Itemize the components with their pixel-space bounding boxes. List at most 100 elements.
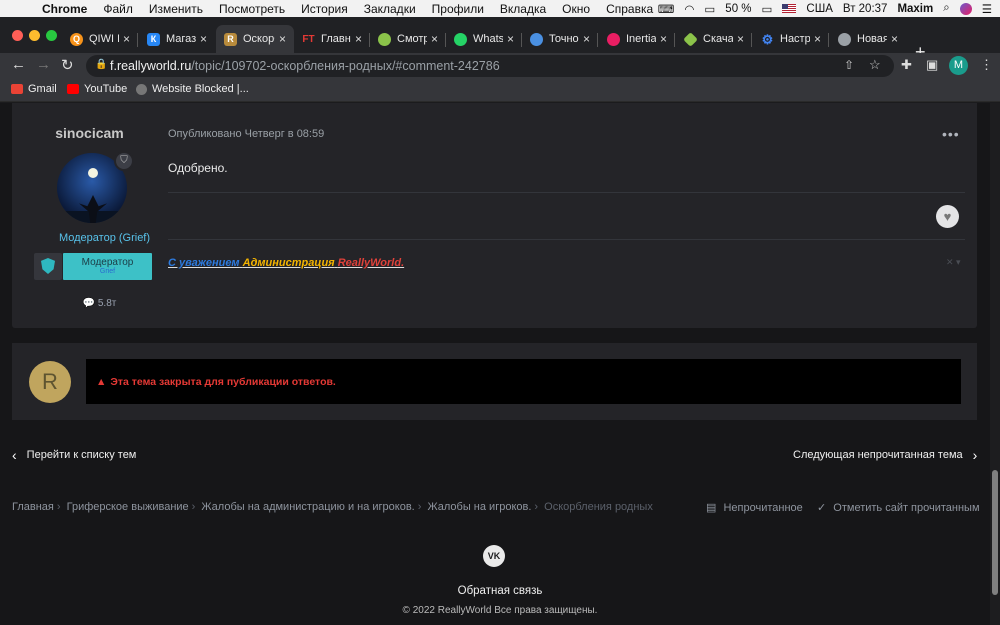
forward-arrow-icon[interactable]: → <box>36 56 51 73</box>
more-options-icon[interactable]: ••• <box>942 126 960 142</box>
signature-part2: Администрация <box>242 257 335 269</box>
vk-icon[interactable]: VK <box>483 545 505 567</box>
battery-icon[interactable]: ▭ <box>762 2 773 16</box>
close-icon[interactable]: × <box>814 32 821 46</box>
tab-qiwi[interactable]: Q QIWI К × <box>62 25 138 53</box>
minimize-window-button[interactable] <box>29 30 40 41</box>
unread-link[interactable]: ▤ Непрочитанное <box>706 501 803 514</box>
mark-read-label: Отметить сайт прочитанным <box>833 502 980 514</box>
breadcrumb-item-home[interactable]: Главная <box>12 501 54 513</box>
tab-inertia[interactable]: Inertia × <box>599 25 675 53</box>
checkmark-icon: ✓ <box>817 502 827 514</box>
keyboard-icon[interactable]: ⌨ <box>658 2 675 16</box>
post-date[interactable]: Опубликовано Четверг в 08:59 <box>168 128 324 140</box>
close-icon[interactable]: × <box>355 32 362 46</box>
close-icon[interactable]: × <box>891 32 898 46</box>
menubar-item-tab[interactable]: Вкладка <box>500 2 546 16</box>
tab-label: Точно <box>549 33 579 45</box>
tab-label: QIWI К <box>89 33 119 45</box>
profile-avatar[interactable]: M <box>949 56 968 75</box>
chrome-menu-icon[interactable]: ⋮ <box>980 57 993 73</box>
menubar-item-file[interactable]: Файл <box>103 2 133 16</box>
mark-read-link[interactable]: ✓ Отметить сайт прочитанным <box>817 501 980 514</box>
page-scrollbar[interactable] <box>990 103 1000 625</box>
close-icon[interactable]: × <box>200 32 207 46</box>
clock-icon <box>530 32 543 46</box>
download-icon <box>683 31 698 47</box>
share-icon[interactable]: ⇧ <box>844 58 854 72</box>
close-icon[interactable]: × <box>123 32 130 46</box>
menubar-item-window[interactable]: Окно <box>562 2 590 16</box>
menubar-item-history[interactable]: История <box>301 2 348 16</box>
menubar-clock[interactable]: Вт 20:37 <box>843 3 888 15</box>
side-panel-icon[interactable]: ▣ <box>926 57 938 73</box>
divider <box>168 192 965 193</box>
menubar-app-name[interactable]: Chrome <box>42 2 87 16</box>
siri-icon[interactable] <box>959 2 972 15</box>
reallyworld-icon: R <box>224 32 237 46</box>
bookmark-star-icon[interactable]: ☆ <box>869 57 881 73</box>
close-icon[interactable]: × <box>279 32 286 46</box>
menubar-user[interactable]: Maxim <box>897 3 933 15</box>
spotlight-icon[interactable]: ⌕ <box>943 2 949 15</box>
next-unread-topic-link[interactable]: Следующая непрочитанная тема › <box>793 447 977 463</box>
bookmark-gmail[interactable]: Gmail <box>11 83 57 95</box>
tab-nastr[interactable]: ⚙ Настр × <box>753 25 829 53</box>
tab-whatsapp[interactable]: WhatsA × <box>446 25 522 53</box>
back-arrow-icon[interactable]: ← <box>11 56 26 73</box>
signature-part1: С уважением <box>168 257 240 269</box>
topic-closed-text: Эта тема закрыта для публикации ответов. <box>110 375 336 388</box>
control-center-icon[interactable]: ☰ <box>982 2 992 16</box>
signature-hide-icon[interactable]: ✕ ▾ <box>946 257 961 268</box>
tab-smotr[interactable]: Смотр × <box>370 25 446 53</box>
chrome-icon <box>838 32 851 46</box>
menubar-item-edit[interactable]: Изменить <box>149 2 203 16</box>
lock-icon[interactable]: 🔒 <box>95 59 107 70</box>
menubar-item-bookmarks[interactable]: Закладки <box>364 2 416 16</box>
heart-reaction-button[interactable]: ♥ <box>936 205 959 228</box>
tab-glavn[interactable]: FT Главн × <box>294 25 370 53</box>
shield-icon <box>41 258 55 274</box>
bookmark-youtube[interactable]: YouTube <box>67 83 127 95</box>
address-bar[interactable]: 🔒 f.reallyworld.ru/topic/109702-оскорбле… <box>86 55 894 77</box>
post-count: 💬 5.8т <box>12 298 187 309</box>
whatsapp-icon <box>454 32 467 46</box>
reload-icon[interactable]: ↻ <box>61 56 74 74</box>
extensions-puzzle-icon[interactable]: ✚ <box>901 57 912 73</box>
close-icon[interactable]: × <box>660 32 667 46</box>
feedback-link[interactable]: Обратная связь <box>0 585 1000 597</box>
close-icon[interactable]: × <box>507 32 514 46</box>
tab-label: Смотр <box>397 33 427 45</box>
rank-badge: Модератор Grief <box>63 253 152 280</box>
prev-topic-link[interactable]: ‹ Перейти к списку тем <box>12 447 136 463</box>
battery-percent[interactable]: 50 % <box>725 3 751 15</box>
breadcrumb-item-griefer[interactable]: Гриферское выживание <box>67 501 189 513</box>
menubar-status-area: ⌨ ◠ ▭ 50 % ▭ США Вт 20:37 Maxim ⌕ ☰ <box>658 0 992 17</box>
tab-magaz[interactable]: К Магаз × <box>139 25 215 53</box>
bookmark-website-blocked[interactable]: Website Blocked |... <box>136 83 249 95</box>
tab-tochno[interactable]: Точно × <box>522 25 598 53</box>
menubar-item-help[interactable]: Справка <box>606 2 653 16</box>
menubar-item-view[interactable]: Посмотреть <box>219 2 285 16</box>
author-name[interactable]: sinocicam <box>12 125 167 141</box>
input-language[interactable]: США <box>806 3 833 15</box>
tab-skacha[interactable]: Скача × <box>676 25 752 53</box>
tab-oskorb-active[interactable]: R Оскорб × <box>216 25 294 53</box>
signature-part3: ReallyWorld. <box>337 257 405 269</box>
topic-closed-block: R ▲ Эта тема закрыта для публикации отве… <box>12 343 977 420</box>
zoom-window-button[interactable] <box>46 30 57 41</box>
menubar-item-profiles[interactable]: Профили <box>432 2 484 16</box>
wifi-icon[interactable]: ◠ <box>684 2 694 16</box>
airplay-icon[interactable]: ▭ <box>704 2 715 16</box>
close-icon[interactable]: × <box>583 32 590 46</box>
close-icon[interactable]: × <box>737 32 744 46</box>
comment-icon: 💬 <box>82 298 96 309</box>
breadcrumb-item-player-complaints[interactable]: Жалобы на игроков. <box>427 501 531 513</box>
smotr-icon <box>378 32 391 46</box>
tab-label: Скача <box>703 33 733 45</box>
scrollbar-thumb[interactable] <box>992 470 998 595</box>
close-window-button[interactable] <box>12 30 23 41</box>
breadcrumb-item-complaints[interactable]: Жалобы на администрацию и на игроков. <box>201 501 414 513</box>
close-icon[interactable]: × <box>431 32 438 46</box>
tab-novaya[interactable]: Новая × <box>830 25 906 53</box>
